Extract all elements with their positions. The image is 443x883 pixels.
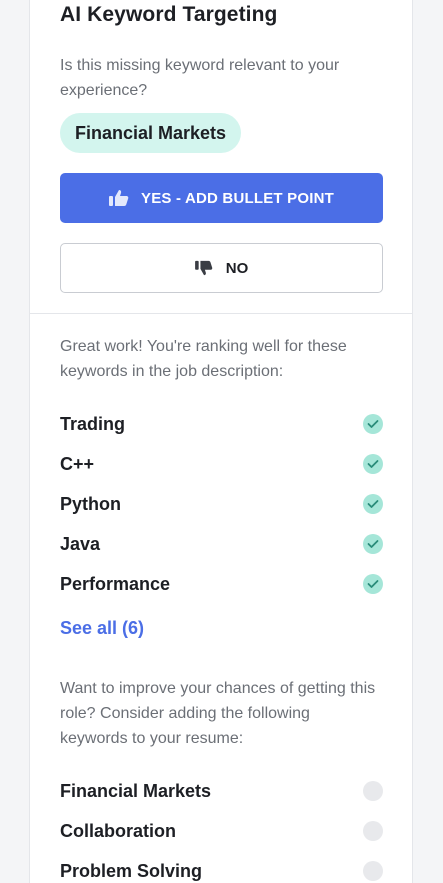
relevance-question: Is this missing keyword relevant to your… <box>60 57 340 99</box>
keyword-label: Python <box>60 493 121 514</box>
thumbs-down-icon <box>194 260 213 276</box>
matched-keywords-list: Trading C++ Python Java Performance <box>60 404 384 604</box>
see-all-link[interactable]: See all (6) <box>60 618 144 639</box>
keyword-label: Problem Solving <box>60 860 203 881</box>
check-icon <box>363 494 383 514</box>
list-item: Trading <box>60 404 384 444</box>
keyword-label: C++ <box>60 453 95 474</box>
keyword-label: Trading <box>60 413 126 434</box>
thumbs-up-icon <box>108 189 129 207</box>
list-item: Java <box>60 524 384 564</box>
empty-circle-icon <box>363 821 383 841</box>
missing-keywords-list: Financial Markets Collaboration Problem … <box>60 771 384 883</box>
keyword-label: Collaboration <box>60 820 176 841</box>
improve-intro-text: Want to improve your chances of getting … <box>60 680 376 747</box>
list-item: C++ <box>60 444 384 484</box>
check-icon <box>363 534 383 554</box>
keyword-label: Java <box>60 533 101 554</box>
section-title: AI Keyword Targeting <box>60 3 278 26</box>
list-item: Collaboration <box>60 811 384 851</box>
list-item: Problem Solving <box>60 851 384 883</box>
ranking-intro-text: Great work! You're ranking well for thes… <box>60 338 347 380</box>
keyword-targeting-panel: AI Keyword Targeting Is this missing key… <box>29 0 413 883</box>
yes-button-label: YES - ADD BULLET POINT <box>140 189 334 207</box>
list-item: Python <box>60 484 384 524</box>
list-item: Financial Markets <box>60 771 384 811</box>
list-item: Performance <box>60 564 384 604</box>
check-icon <box>363 414 383 434</box>
check-icon <box>363 454 383 474</box>
empty-circle-icon <box>363 781 383 801</box>
suggested-keyword-pill: Financial Markets <box>60 113 242 153</box>
keyword-label: Performance <box>60 573 171 594</box>
no-button-label: NO <box>225 259 249 277</box>
yes-add-bullet-point-button[interactable]: YES - ADD BULLET POINT <box>60 173 383 223</box>
section-divider <box>30 313 412 314</box>
no-button[interactable]: NO <box>60 243 383 293</box>
empty-circle-icon <box>363 861 383 881</box>
keyword-label: Financial Markets <box>60 780 212 801</box>
check-icon <box>363 574 383 594</box>
